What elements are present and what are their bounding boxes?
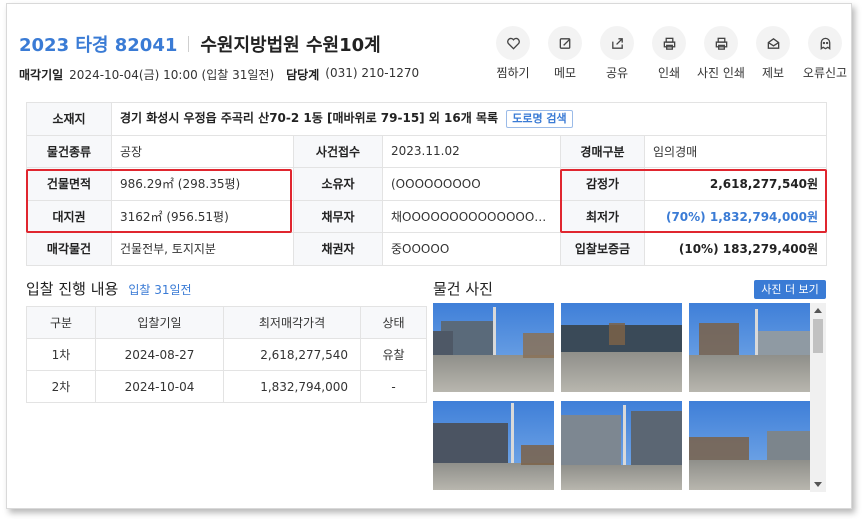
type-value: 공장 xyxy=(111,134,294,168)
auction-type-value: 임의경매 xyxy=(643,134,828,168)
table-row: 매각물건 건물전부, 토지지분 채권자 중OOOOO 입찰보증금 (10%) 1… xyxy=(26,232,828,266)
col-round: 구분 xyxy=(26,306,96,339)
share-label: 공유 xyxy=(605,66,629,80)
title-divider xyxy=(188,36,190,52)
received-value: 2023.11.02 xyxy=(382,134,561,168)
manager-value: (031) 210-1270 xyxy=(325,66,420,80)
photo-print-label: 사진 인쇄 xyxy=(697,66,745,80)
status-cell: 유찰 xyxy=(360,338,427,371)
scroll-down-icon[interactable] xyxy=(814,482,822,487)
table-row: 물건종류 공장 사건접수 2023.11.02 경매구분 임의경매 xyxy=(26,134,828,168)
deposit-value: (10%) 183,279,400원 xyxy=(643,232,828,266)
print-label: 인쇄 xyxy=(657,66,681,80)
bid-history-table: 구분 입찰기일 최저매각가격 상태 1차 2024-08-27 2,618,27… xyxy=(26,306,427,403)
auction-type-label: 경매구분 xyxy=(560,134,645,168)
property-photo[interactable] xyxy=(433,401,554,490)
creditor-value: 중OOOOO xyxy=(382,232,561,266)
sale-item-label: 매각물건 xyxy=(26,232,112,266)
mail-icon xyxy=(767,37,779,49)
col-min-price: 최저매각가격 xyxy=(223,306,361,339)
location-value: 경기 화성시 우정읍 주곡리 산70-2 1동 [매바위로 79-15] 외 1… xyxy=(120,111,499,126)
photo-print-button[interactable]: 사진 인쇄 xyxy=(695,26,747,81)
report-button[interactable]: 제보 xyxy=(747,26,799,81)
col-status: 상태 xyxy=(360,306,427,339)
scroll-thumb[interactable] xyxy=(813,319,823,353)
received-label: 사건접수 xyxy=(293,134,383,168)
property-photo[interactable] xyxy=(689,401,810,490)
price-cell: 1,832,794,000 xyxy=(223,370,361,403)
property-photo[interactable] xyxy=(433,303,554,392)
owner-label: 소유자 xyxy=(293,167,383,201)
memo-label: 메모 xyxy=(553,66,577,80)
table-header-row: 구분 입찰기일 최저매각가격 상태 xyxy=(26,306,427,339)
highlight-area-box xyxy=(26,169,292,233)
round-cell: 1차 xyxy=(26,338,96,371)
highlight-price-box xyxy=(560,169,827,233)
bid-history-subtitle: 입찰 31일전 xyxy=(128,283,192,297)
case-number: 2023 타경 82041 xyxy=(19,35,178,56)
road-search-button[interactable]: 도로명 검색 xyxy=(506,110,573,129)
bid-history-heading: 입찰 진행 내용 xyxy=(26,280,119,298)
bid-history-title: 입찰 진행 내용 입찰 31일전 xyxy=(26,278,192,299)
owner-value: (OOOOOOOOO xyxy=(382,167,561,201)
round-cell: 2차 xyxy=(26,370,96,403)
date-cell: 2024-10-04 xyxy=(95,370,224,403)
type-label: 물건종류 xyxy=(26,134,112,168)
table-row: 1차 2024-08-27 2,618,277,540 유찰 xyxy=(26,338,427,371)
manager-label: 담당계 xyxy=(286,68,320,82)
debtor-value: 채OOOOOOOOOOOOOOOO... xyxy=(382,199,561,233)
gallery-scrollbar[interactable] xyxy=(810,303,826,492)
memo-button[interactable]: 메모 xyxy=(539,26,591,81)
ghost-icon xyxy=(820,37,830,50)
action-bar: 찜하기 메모 공유 인쇄 사진 인쇄 제보 오류신고 xyxy=(487,26,851,81)
property-photo[interactable] xyxy=(561,303,682,392)
deposit-label: 입찰보증금 xyxy=(560,232,645,266)
location-label: 소재지 xyxy=(26,102,112,136)
table-row: 소재지 경기 화성시 우정읍 주곡리 산70-2 1동 [매바위로 79-15]… xyxy=(26,102,828,136)
print-button[interactable]: 인쇄 xyxy=(643,26,695,81)
sale-item-value: 건물전부, 토지지분 xyxy=(111,232,294,266)
photo-gallery xyxy=(433,303,826,493)
col-date: 입찰기일 xyxy=(95,306,224,339)
property-photo[interactable] xyxy=(561,401,682,490)
scroll-up-icon[interactable] xyxy=(814,308,822,313)
price-cell: 2,618,277,540 xyxy=(223,338,361,371)
debtor-label: 채무자 xyxy=(293,199,383,233)
date-cell: 2024-08-27 xyxy=(95,338,224,371)
more-photos-button[interactable]: 사진 더 보기 xyxy=(754,280,826,299)
error-report-label: 오류신고 xyxy=(802,66,848,80)
sale-date-label: 매각기일 xyxy=(19,68,64,82)
photos-title: 물건 사진 xyxy=(433,280,493,298)
heart-icon xyxy=(506,37,520,50)
table-row: 2차 2024-10-04 1,832,794,000 - xyxy=(26,370,427,403)
property-photo[interactable] xyxy=(689,303,810,392)
edit-icon xyxy=(559,37,570,49)
case-title-line: 2023 타경 82041 수원지방법원 수원10계 xyxy=(19,31,381,57)
creditor-label: 채권자 xyxy=(293,232,383,266)
favorite-button[interactable]: 찜하기 xyxy=(487,26,539,81)
share-button[interactable]: 공유 xyxy=(591,26,643,81)
favorite-label: 찜하기 xyxy=(496,66,530,80)
court-name: 수원지방법원 수원10계 xyxy=(200,35,381,56)
print-icon xyxy=(663,37,675,50)
status-cell: - xyxy=(360,370,427,403)
sale-date-value: 2024-10-04(금) 10:00 (입찰 31일전) xyxy=(69,68,275,82)
print-icon xyxy=(715,37,727,50)
case-info-line: 매각기일 2024-10-04(금) 10:00 (입찰 31일전) 담당계 (… xyxy=(19,66,431,83)
report-label: 제보 xyxy=(761,66,785,80)
share-icon xyxy=(611,37,623,49)
case-header: 2023 타경 82041 수원지방법원 수원10계 매각기일 2024-10-… xyxy=(19,26,851,90)
location-cell: 경기 화성시 우정읍 주곡리 산70-2 1동 [매바위로 79-15] 외 1… xyxy=(110,102,828,136)
error-report-button[interactable]: 오류신고 xyxy=(799,26,851,81)
